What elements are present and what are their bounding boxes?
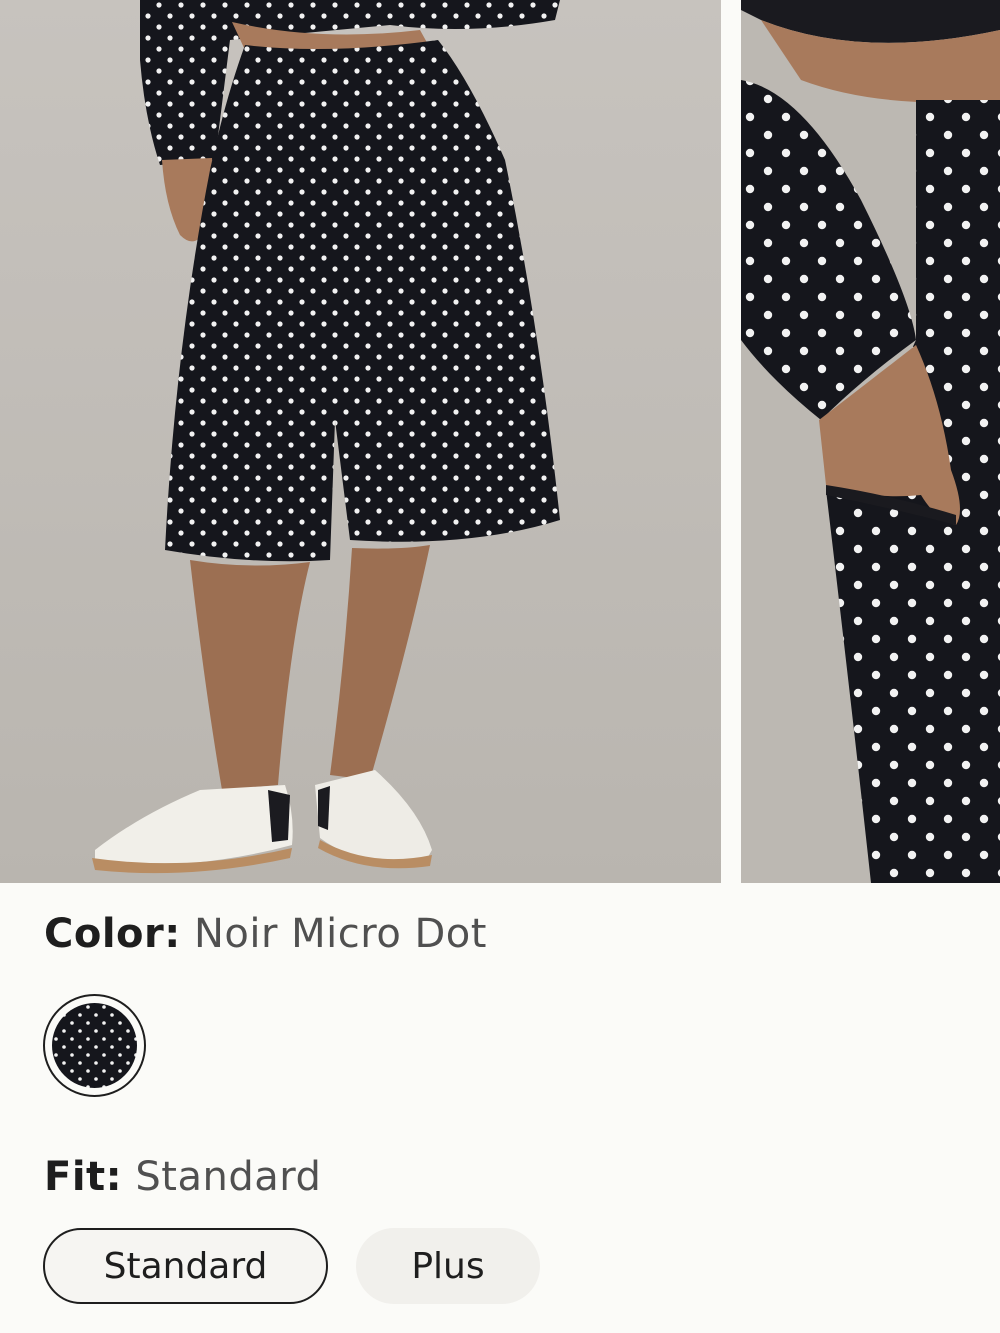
product-image-gallery[interactable]	[0, 0, 1000, 883]
color-label: Color:	[44, 911, 181, 957]
fit-heading: Fit: Standard	[44, 1153, 321, 1201]
fit-option-standard-button[interactable]: Standard	[43, 1228, 328, 1304]
product-photo-detail-image	[741, 0, 1000, 883]
product-photo-detail[interactable]	[741, 0, 1000, 883]
product-options: Color: Noir Micro Dot Fit: Standard Stan…	[0, 883, 1000, 1333]
fit-label: Fit:	[44, 1154, 123, 1200]
color-swatch-noir-micro-dot[interactable]	[43, 994, 146, 1097]
color-heading: Color: Noir Micro Dot	[44, 910, 487, 958]
product-photo-main-image	[0, 0, 721, 883]
product-photo-main[interactable]	[0, 0, 721, 883]
fit-option-plus-button[interactable]: Plus	[356, 1228, 540, 1304]
fit-value: Standard	[135, 1154, 322, 1200]
polka-dot-swatch-icon	[52, 1003, 137, 1088]
color-value: Noir Micro Dot	[193, 911, 487, 957]
